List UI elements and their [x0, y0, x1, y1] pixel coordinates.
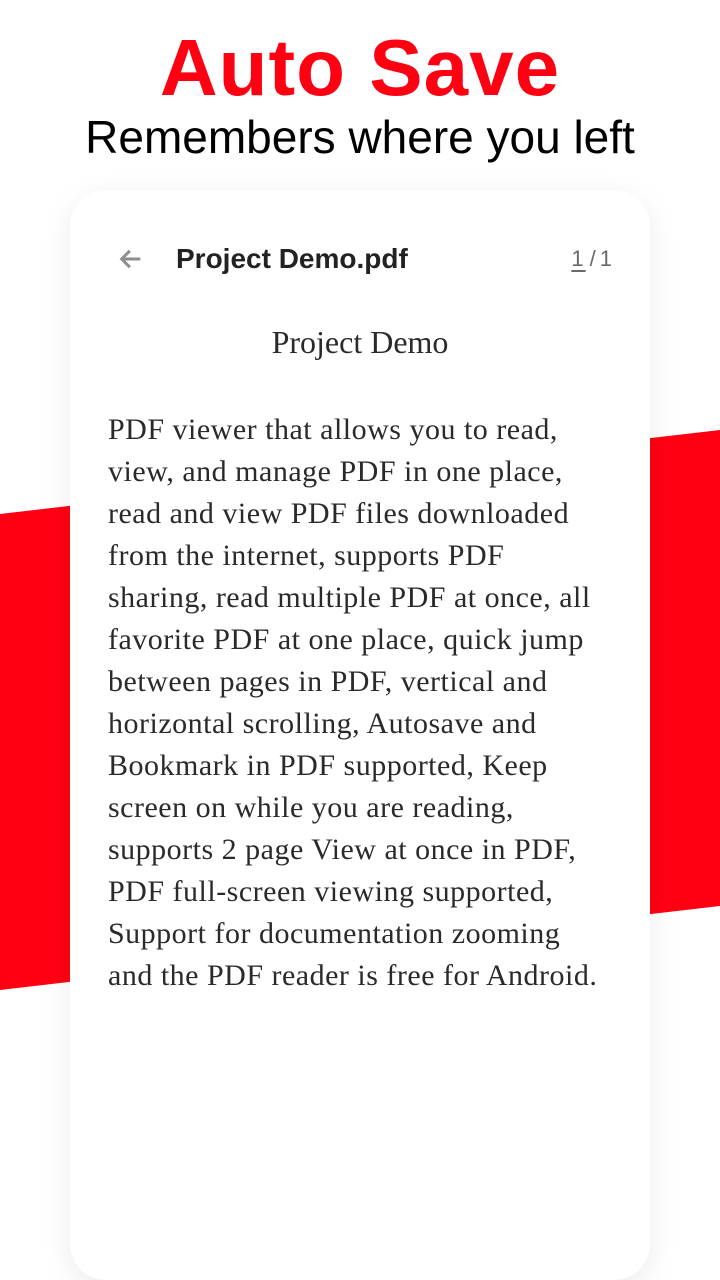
- page-current: 1: [569, 246, 587, 272]
- phone-mockup: Project Demo.pdf 1 / 1 Project Demo PDF …: [70, 190, 650, 1280]
- page-separator: /: [590, 246, 598, 272]
- file-name: Project Demo.pdf: [176, 243, 541, 275]
- arrow-left-icon: [117, 245, 145, 273]
- back-button[interactable]: [114, 242, 148, 276]
- viewer-toolbar: Project Demo.pdf 1 / 1: [106, 234, 614, 284]
- page-counter[interactable]: 1 / 1: [569, 246, 614, 272]
- marketing-headline: Auto Save Remembers where you left: [0, 22, 720, 164]
- page-total: 1: [600, 246, 614, 272]
- document-body: PDF viewer that allows you to read, view…: [106, 409, 614, 997]
- headline-title: Auto Save: [0, 22, 720, 114]
- headline-subtitle: Remembers where you left: [0, 110, 720, 164]
- document-title: Project Demo: [106, 324, 614, 361]
